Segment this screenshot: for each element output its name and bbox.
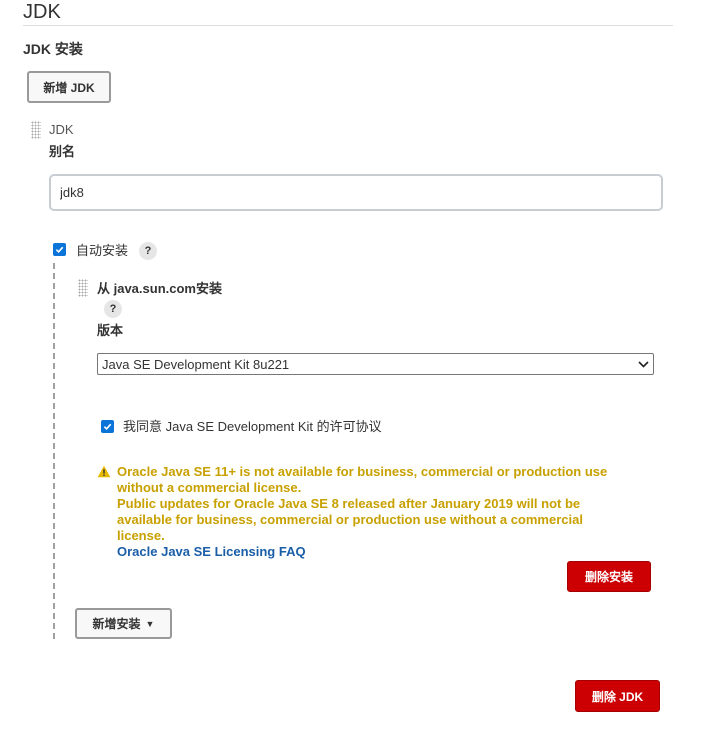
jdk-drag-handle-icon[interactable] [31, 121, 41, 139]
warning-line: available for business, commercial or pr… [117, 512, 583, 527]
warning-icon [97, 465, 111, 478]
chevron-down-icon [637, 358, 649, 370]
installer-drag-handle-icon[interactable] [78, 279, 88, 297]
auto-install-checkbox[interactable] [53, 243, 66, 256]
delete-installer-button[interactable]: 删除安装 [567, 561, 651, 592]
checkmark-icon [103, 423, 112, 431]
jdk-block-header: JDK [49, 122, 74, 137]
alias-label: 别名 [49, 144, 76, 159]
license-agree-checkbox[interactable] [101, 420, 114, 433]
add-installer-label: 新增安装 [92, 617, 141, 631]
version-select[interactable]: Java SE Development Kit 8u221 [97, 353, 654, 375]
caret-down-icon: ▼ [145, 618, 155, 629]
jdk-installations-title: JDK 安装 [23, 41, 83, 57]
warning-line: without a commercial license. [117, 480, 302, 495]
warning-line: Public updates for Oracle Java SE 8 rele… [117, 496, 581, 511]
installer-title: 从 java.sun.com安装 [97, 281, 222, 296]
installer-help-icon[interactable]: ? [104, 300, 122, 318]
warning-line: Oracle Java SE 11+ is not available for … [117, 464, 608, 479]
version-selected-value: Java SE Development Kit 8u221 [102, 356, 290, 372]
section-title: JDK [23, 1, 61, 23]
licensing-faq-link[interactable]: Oracle Java SE Licensing FAQ [117, 544, 306, 560]
auto-install-help-icon[interactable]: ? [139, 242, 157, 260]
section-divider [23, 25, 673, 26]
license-agree-label[interactable]: 我同意 Java SE Development Kit 的许可协议 [123, 419, 382, 434]
license-warning-text: Oracle Java SE 11+ is not available for … [117, 464, 647, 544]
alias-input[interactable] [49, 174, 663, 211]
delete-jdk-button[interactable]: 删除 JDK [575, 680, 660, 712]
warning-line: license. [117, 528, 165, 543]
installer-block-border [53, 263, 55, 639]
checkmark-icon [55, 246, 64, 254]
auto-install-label[interactable]: 自动安装 [76, 243, 128, 258]
add-jdk-button[interactable]: 新增 JDK [27, 71, 111, 103]
version-label: 版本 [97, 323, 124, 338]
add-installer-button[interactable]: 新增安装 ▼ [75, 608, 172, 639]
